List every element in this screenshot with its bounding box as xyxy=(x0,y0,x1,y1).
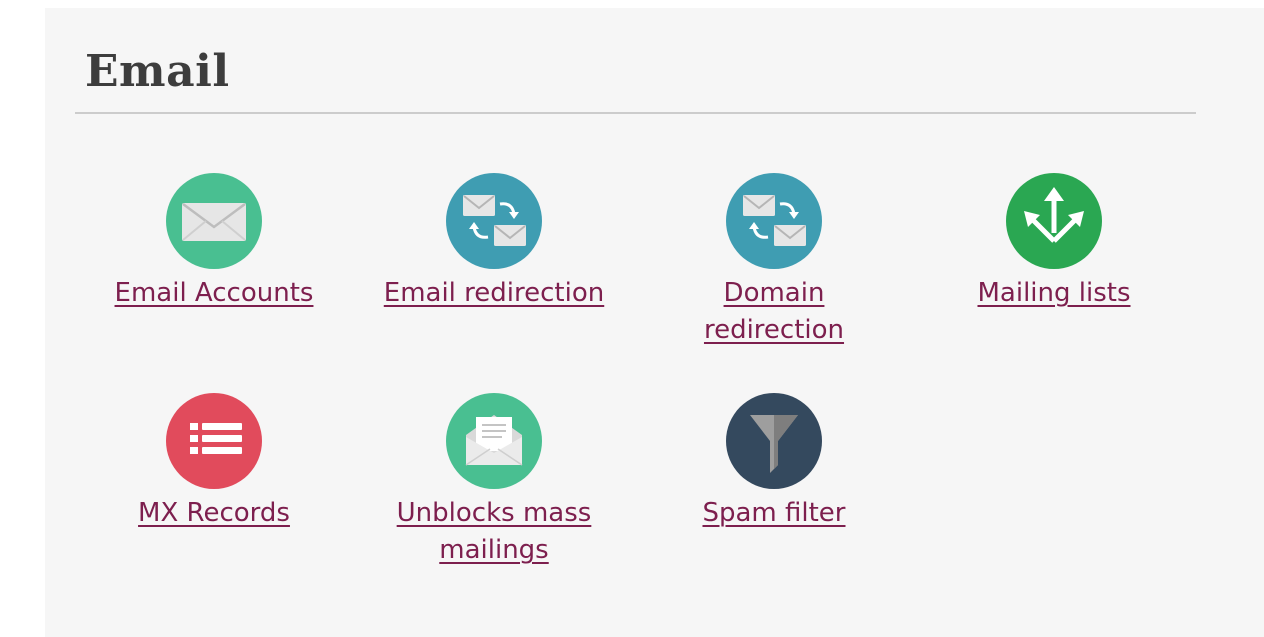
domain-redirect-icon[interactable] xyxy=(726,173,822,269)
section-divider xyxy=(75,112,1196,114)
tile-email-accounts[interactable]: Email Accounts xyxy=(94,173,334,312)
tile-domain-redirection[interactable]: Domain redirection xyxy=(654,173,894,349)
section-title: Email xyxy=(85,46,230,97)
tile-spam-filter[interactable]: Spam filter xyxy=(654,393,894,532)
tile-mailing-lists[interactable]: Mailing lists xyxy=(934,173,1174,312)
tile-email-redirection[interactable]: Email redirection xyxy=(374,173,614,312)
list-icon[interactable] xyxy=(166,393,262,489)
email-redirection-link[interactable]: Email redirection xyxy=(374,275,614,312)
mailing-lists-link[interactable]: Mailing lists xyxy=(934,275,1174,312)
tile-mx-records[interactable]: MX Records xyxy=(94,393,334,532)
spam-filter-link[interactable]: Spam filter xyxy=(654,495,894,532)
email-accounts-link[interactable]: Email Accounts xyxy=(94,275,334,312)
unblocks-mass-mailings-link[interactable]: Unblocks mass mailings xyxy=(374,495,614,569)
email-section: Email Email Accounts Email redirection D… xyxy=(45,8,1264,637)
mailing-lists-icon[interactable] xyxy=(1006,173,1102,269)
email-redirect-icon[interactable] xyxy=(446,173,542,269)
funnel-icon[interactable] xyxy=(726,393,822,489)
envelope-icon[interactable] xyxy=(166,173,262,269)
tile-unblocks-mass-mailings[interactable]: Unblocks mass mailings xyxy=(374,393,614,569)
open-envelope-icon[interactable] xyxy=(446,393,542,489)
mx-records-link[interactable]: MX Records xyxy=(94,495,334,532)
domain-redirection-link[interactable]: Domain redirection xyxy=(654,275,894,349)
